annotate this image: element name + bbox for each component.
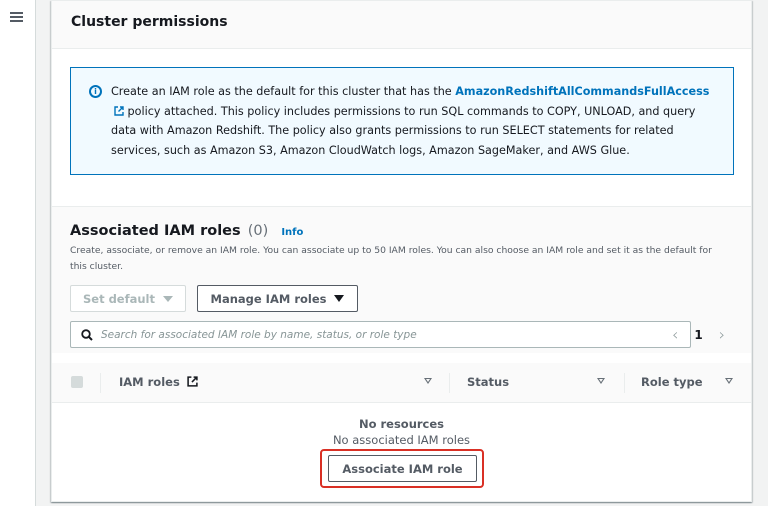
column-header-role-type[interactable]: Role type [641, 375, 703, 389]
empty-state-title: No resources [358, 417, 445, 431]
manage-iam-roles-label: Manage IAM roles [210, 291, 327, 306]
table-header: IAM roles Status Role type [52, 363, 751, 403]
column-header-status[interactable]: Status [467, 375, 509, 389]
caret-down-icon [334, 295, 345, 302]
roles-description: Create, associate, or remove an IAM role… [70, 245, 712, 272]
side-navigation-rail [0, 0, 36, 506]
set-default-button[interactable]: Set default [70, 285, 186, 312]
search-input[interactable] [101, 328, 681, 341]
chevron-left-icon[interactable]: ‹ [672, 325, 678, 344]
page-number[interactable]: 1 [694, 328, 702, 342]
sort-icon[interactable] [424, 378, 432, 384]
policy-link[interactable]: AmazonRedshiftAllCommandsFullAccess [455, 85, 709, 98]
associate-iam-role-button[interactable]: Associate IAM role [328, 455, 477, 482]
info-text-after: policy attached. This policy includes pe… [111, 104, 696, 157]
hamburger-menu-icon[interactable] [10, 12, 23, 23]
panel-title: Cluster permissions [71, 14, 228, 30]
roles-count: (0) [247, 223, 269, 239]
info-link[interactable]: Info [281, 227, 303, 238]
panel-header: Cluster permissions [52, 1, 751, 49]
column-divider [449, 373, 450, 393]
sort-icon[interactable] [597, 378, 605, 384]
external-link-icon[interactable] [114, 105, 124, 116]
roles-title: Associated IAM roles [70, 223, 241, 239]
set-default-label: Set default [82, 291, 155, 306]
empty-state-subtitle: No associated IAM roles [332, 433, 471, 447]
info-text-before: Create an IAM role as the default for th… [111, 85, 456, 98]
associate-iam-role-label: Associate IAM role [342, 461, 463, 476]
associated-roles-heading: Associated IAM roles (0) Info [70, 223, 303, 239]
search-icon [81, 328, 93, 341]
external-link-icon[interactable] [187, 376, 198, 387]
pagination: ‹ 1 › [672, 321, 725, 348]
column-header-iam-roles[interactable]: IAM roles [119, 375, 198, 389]
chevron-right-icon[interactable]: › [719, 325, 725, 344]
cluster-permissions-panel: Cluster permissions i Create an IAM role… [51, 0, 752, 502]
search-box[interactable] [70, 321, 691, 348]
column-divider [624, 373, 625, 393]
info-alert: i Create an IAM role as the default for … [70, 67, 734, 175]
select-all-checkbox[interactable] [71, 376, 83, 388]
column-divider [100, 373, 101, 393]
info-circle-icon: i [89, 85, 102, 98]
caret-down-icon [163, 295, 173, 302]
manage-iam-roles-button[interactable]: Manage IAM roles [197, 285, 358, 312]
sort-icon[interactable] [725, 378, 733, 384]
